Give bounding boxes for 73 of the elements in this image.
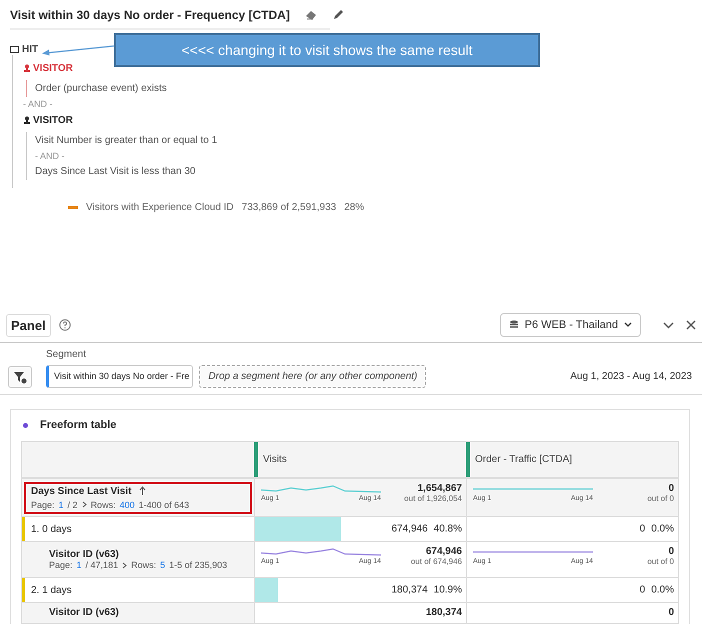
cell-percent: 0.0% (651, 524, 674, 534)
segment-label: Segment (46, 349, 88, 360)
cell-percent: 40.8% (434, 524, 462, 534)
cell-value: 180,374 (391, 584, 428, 596)
close-icon[interactable] (686, 320, 696, 330)
cell-value: 0 (640, 584, 646, 596)
segment-rule: Days Since Last Visit is less than 30 (35, 165, 196, 179)
legend-percent: 28% (344, 202, 364, 213)
metric-total: 180,374 (426, 607, 462, 618)
rectangle-icon (10, 46, 19, 53)
page-label: Page: (31, 500, 55, 510)
rows-label: Rows: (90, 500, 116, 510)
segment-rule: Visit Number is greater than or equal to 1 (35, 134, 218, 148)
row-label[interactable]: 2. 1 days (31, 584, 248, 596)
rows-link[interactable]: 400 (120, 500, 135, 510)
segment-title: Visit within 30 days No order - Frequency [CTDA] (10, 8, 290, 22)
filter-icon (14, 370, 26, 384)
page-link[interactable]: 1 (58, 500, 64, 510)
legend-swatch (68, 206, 78, 209)
cell-percent: 0.0% (651, 584, 674, 596)
caret-icon (624, 322, 632, 328)
chevron-down-icon[interactable] (663, 322, 674, 328)
cell-value: 0 (640, 524, 646, 534)
metric-total: 0 (668, 546, 674, 557)
chevron-right-icon[interactable] (122, 562, 128, 568)
annotation-callout: <<<< changing it to visit shows the same result (114, 33, 540, 67)
rows-label: Rows: (131, 560, 156, 570)
pencil-icon[interactable] (332, 9, 344, 21)
segment-drop-zone[interactable]: Drop a segment here (or any other component) (199, 365, 426, 388)
metric-out-of: out of 1,926,054 (404, 494, 462, 503)
person-icon (23, 116, 31, 125)
container-label: VISITOR (33, 115, 73, 126)
panel-title[interactable]: Panel (6, 314, 51, 336)
metric-total: 0 (668, 483, 674, 494)
dimension-name: Days Since Last Visit (31, 486, 132, 496)
date-range[interactable]: Aug 1, 2023 - Aug 14, 2023 (570, 371, 692, 388)
container-label: VISITOR (33, 63, 73, 74)
help-icon[interactable] (58, 319, 71, 331)
add-filter-button[interactable] (8, 366, 32, 388)
segment-chip[interactable]: Visit within 30 days No order - Fre (46, 365, 194, 388)
and-operator: - AND - (35, 150, 66, 163)
row-range: 1-400 of 643 (138, 500, 190, 510)
person-icon (23, 64, 31, 73)
cell-percent: 10.9% (434, 584, 462, 596)
metric-total: 1,654,867 (418, 483, 462, 494)
page-link[interactable]: 1 (76, 560, 82, 570)
chevron-right-icon[interactable] (82, 501, 87, 508)
cell-value: 674,946 (391, 524, 428, 534)
sort-arrow-icon[interactable] (139, 486, 146, 494)
and-operator: - AND - (23, 98, 54, 111)
legend-label: Visitors with Experience Cloud ID (86, 202, 234, 213)
breakdown-name: Visitor ID (v63) (49, 549, 120, 560)
container-label: HIT (22, 44, 38, 55)
row-label[interactable]: 1. 0 days (31, 524, 248, 534)
arrow (42, 44, 114, 56)
page-count: / 2 (68, 500, 78, 510)
stamp-icon[interactable] (304, 9, 318, 21)
metric-out-of: out of 0 (647, 494, 674, 503)
rows-link[interactable]: 5 (160, 560, 166, 570)
metric-out-of: out of 0 (647, 557, 674, 566)
metric-out-of: out of 674,946 (410, 557, 462, 566)
report-suite-dropdown[interactable]: P6 WEB - Thailand (500, 313, 641, 337)
metric-total: 0 (668, 607, 674, 618)
segment-rule: Order (purchase event) exists (35, 82, 168, 96)
legend-value: 733,869 of 2,591,933 (242, 202, 336, 213)
page-count: / 47,181 (86, 560, 118, 570)
breakdown-name: Visitor ID (v63) (49, 607, 120, 618)
page-label: Page: (49, 560, 73, 570)
table-title: Freeform table (40, 419, 116, 431)
status-dot (23, 422, 28, 428)
metric-total: 674,946 (426, 546, 462, 557)
row-range: 1-5 of 235,903 (169, 560, 228, 570)
database-icon (508, 320, 519, 330)
